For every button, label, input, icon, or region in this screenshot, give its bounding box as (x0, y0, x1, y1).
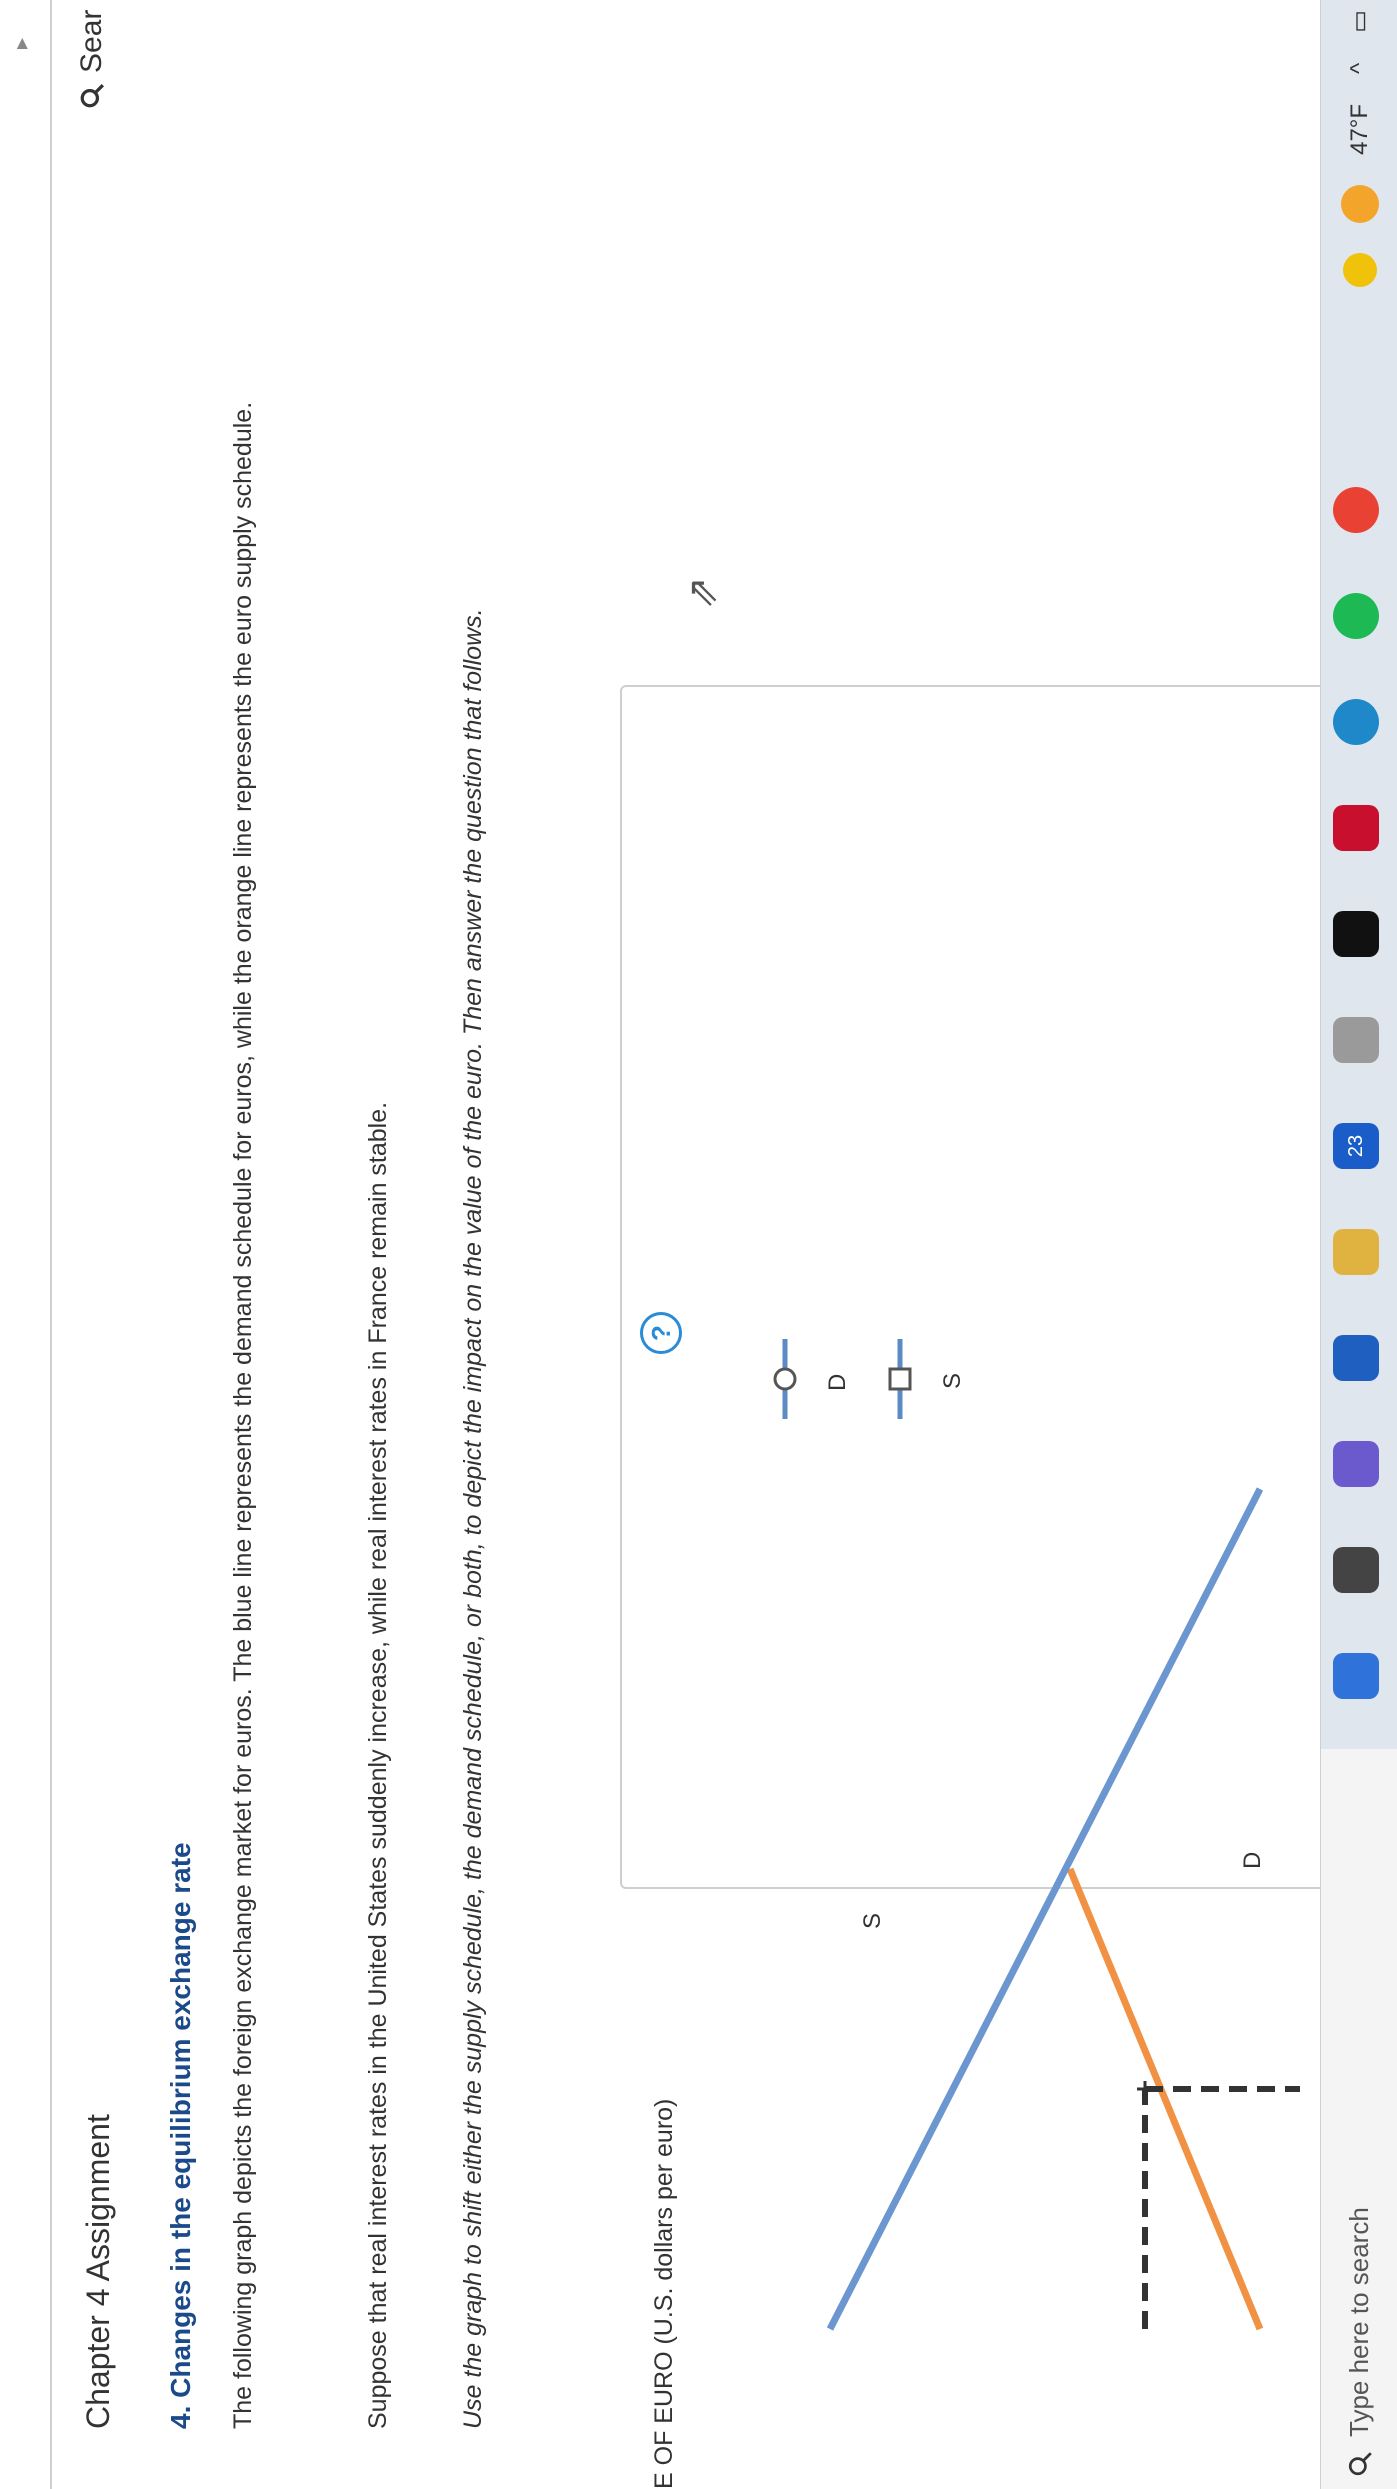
supply-line-main[interactable] (1066, 1867, 1264, 2331)
legend-supply[interactable]: S (888, 1339, 966, 1419)
teams-icon[interactable] (1333, 1547, 1379, 1593)
circle-marker-icon (773, 1367, 797, 1391)
spotify-icon[interactable] (1333, 593, 1379, 639)
taskbar-search[interactable]: Type here to search (1321, 1749, 1397, 2489)
files-icon[interactable] (1333, 1335, 1379, 1381)
edge-icon[interactable] (1333, 699, 1379, 745)
top-bar: ▸ (0, 0, 52, 2489)
question-paragraph-1: The following graph depicts the foreign … (229, 401, 257, 2429)
legend-demand[interactable]: D (773, 1339, 851, 1419)
help-tray-icon[interactable] (1342, 252, 1377, 287)
square-marker-icon (888, 1367, 912, 1391)
question-paragraph-3: Use the graph to shift either the supply… (459, 608, 487, 2429)
supply-label-s: S (859, 1913, 886, 1929)
chevron-up-icon[interactable]: ^ (1346, 63, 1374, 74)
legend-demand-label: D (824, 1374, 851, 1391)
question-title: 4. Changes in the equilibrium exchange r… (165, 1842, 196, 2429)
badge-app-icon[interactable]: 23 (1333, 1123, 1379, 1169)
weather-temp[interactable]: 47°F (1346, 104, 1374, 155)
taskbar-apps: 23 (1333, 487, 1379, 1699)
moon-weather-icon (1340, 184, 1379, 223)
system-tray: 47°F ^ ▭ (1321, 0, 1397, 287)
question-paragraph-2: Suppose that real interest rates in the … (364, 1101, 392, 2429)
taskbar: Type here to search 23 47°F ^ ▭ (1320, 0, 1397, 2489)
equilibrium-point[interactable] (1137, 2081, 1153, 2097)
search-icon (1348, 2452, 1372, 2476)
expand-arrow-icon[interactable]: ▸ (8, 38, 34, 49)
search-icon (80, 84, 104, 108)
legend-supply-label: S (939, 1373, 966, 1389)
mail-icon[interactable] (1333, 1229, 1379, 1275)
chapter-title: Chapter 4 Assignment (80, 2114, 116, 2429)
mouse-cursor-icon: ⇖ (686, 570, 720, 615)
network-icon[interactable]: ▭ (1345, 10, 1374, 33)
taskbar-search-placeholder: Type here to search (1344, 2207, 1374, 2437)
winamp-icon[interactable] (1333, 1017, 1379, 1063)
search-label: Sear (75, 9, 108, 73)
page-root: ▸ Chapter 4 Assignment Sear 4. Changes i… (0, 0, 1397, 2489)
dropbox-icon[interactable] (1333, 911, 1379, 957)
file-explorer-icon[interactable] (1333, 1653, 1379, 1699)
search-button[interactable]: Sear (75, 10, 109, 109)
chrome-icon[interactable] (1333, 487, 1379, 533)
netflix-icon[interactable] (1333, 805, 1379, 851)
store-icon[interactable] (1333, 1441, 1379, 1487)
chart-overlay: S D D S (773, 1339, 1300, 2331)
demand-label-d: D (1239, 1852, 1266, 1869)
demand-line-main[interactable] (826, 1487, 1264, 2331)
